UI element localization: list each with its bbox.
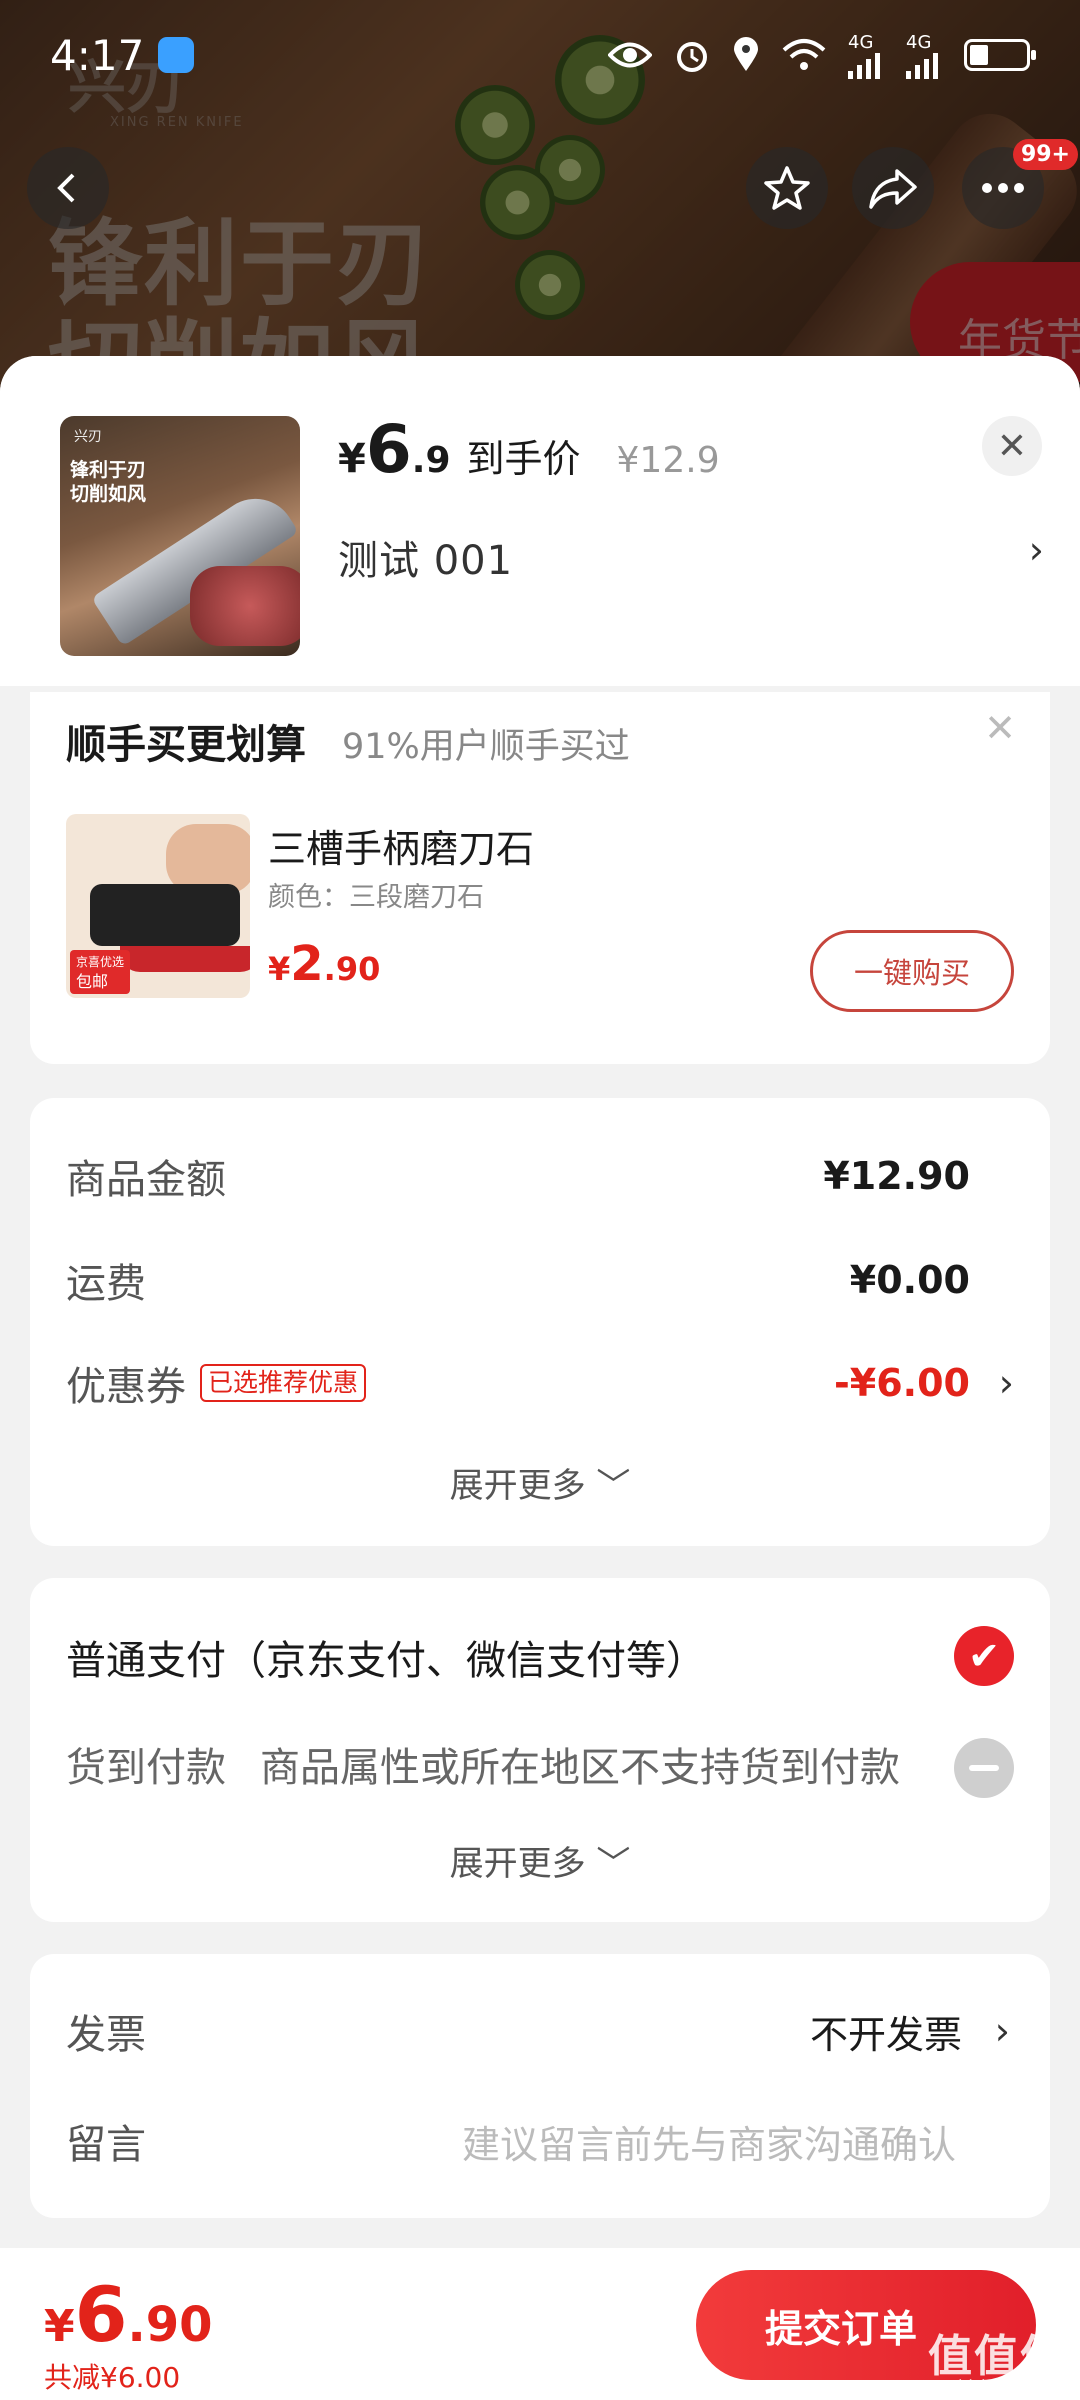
amount-summary-card: 商品金额 ¥12.90 运费 ¥0.00 优惠券 已选推荐优惠 -¥6.00 ›…: [30, 1098, 1050, 1546]
addon-product-color: 颜色：三段磨刀石: [268, 882, 484, 913]
invoice-label: 发票: [66, 2012, 146, 2058]
normal-payment-option[interactable]: 普通支付（京东支付、微信支付等）: [66, 1628, 706, 1686]
battery-icon: [964, 39, 1036, 71]
thumb-headline-line-1: 锋利于刃: [70, 459, 147, 481]
sheet-header: 兴刃 锋利于刃 切削如风 ¥ 6 .9 到手价 ¥12.9 测试 001 › ✕: [0, 356, 1080, 686]
checkout-bar: ¥ 6 .90 共减¥6.00 提交订单: [0, 2248, 1080, 2400]
close-sheet-button[interactable]: ✕: [982, 416, 1042, 476]
product-thumbnail[interactable]: 兴刃 锋利于刃 切削如风: [60, 416, 300, 656]
invoice-value: 不开发票: [809, 2012, 962, 2057]
coupon-recommended-badge: 已选推荐优惠: [200, 1364, 367, 1402]
meat-image: [190, 566, 300, 646]
goods-amount-label: 商品金额: [66, 1157, 226, 1203]
invoice-note-card: 发票 不开发票 › 留言 建议留言前先与商家沟通确认: [30, 1954, 1050, 2218]
more-button[interactable]: 99+: [962, 139, 1078, 229]
addon-price-decimal: .90: [323, 950, 381, 988]
more-dots-icon: [982, 183, 1024, 193]
network-type-2: 4G: [906, 31, 932, 53]
invoice-row[interactable]: 发票 不开发票 ›: [66, 2002, 1014, 2060]
total-saved: 共减¥6.00: [44, 2361, 181, 2394]
addon-price-integer: 2: [290, 936, 324, 992]
goods-amount-row: 商品金额 ¥12.90: [66, 1146, 1014, 1206]
cod-payment-label: 货到付款: [66, 1745, 226, 1791]
coupon-value: -¥6.00: [834, 1361, 970, 1405]
watermark-logo: 值值值: [928, 2331, 1066, 2382]
note-label: 留言: [66, 2122, 146, 2168]
total-price-integer: 6: [74, 2270, 128, 2359]
addon-title: 顺手买更划算: [66, 722, 306, 768]
chevron-right-icon: ›: [994, 2009, 1010, 2053]
addon-recommendation-card: 顺手买更划算 91%用户顺手买过 ✕ 京喜优选 包邮 三槽手柄磨刀石 颜色：三段…: [30, 692, 1050, 1064]
share-icon: [869, 169, 917, 209]
cod-unavailable-note: 商品属性或所在地区不支持货到付款: [260, 1745, 900, 1791]
signal-icon-2: 4G: [906, 32, 942, 79]
note-row: 留言 建议留言前先与商家沟通确认: [66, 2112, 1014, 2170]
addon-product-name: 三槽手柄磨刀石: [268, 827, 535, 871]
share-button[interactable]: [852, 147, 934, 229]
coupon-label: 优惠券: [66, 1364, 186, 1410]
note-input[interactable]: 建议留言前先与商家沟通确认: [462, 2114, 956, 2169]
coupon-row[interactable]: 优惠券 已选推荐优惠 -¥6.00 ›: [66, 1353, 1014, 1413]
wifi-icon: [782, 38, 826, 72]
alarm-icon: [674, 37, 710, 73]
shipping-label: 运费: [66, 1261, 146, 1307]
thumb-headline: 锋利于刃 切削如风: [70, 458, 146, 506]
payment-method-card: 普通支付（京东支付、微信支付等） ✔ 货到付款 商品属性或所在地区不支持货到付款…: [30, 1578, 1050, 1922]
goods-amount-value: ¥12.90: [823, 1154, 970, 1198]
expand-more-payment[interactable]: 展开更多 ﹀: [30, 1836, 1050, 1885]
chevron-left-icon: [57, 173, 75, 203]
expand-more-amount[interactable]: 展开更多 ﹀: [30, 1458, 1050, 1507]
signal-icon-1: 4G: [848, 32, 884, 79]
knife-sharpener-image: [90, 884, 250, 972]
eye-icon: [608, 40, 652, 70]
network-type-1: 4G: [848, 31, 874, 53]
addon-image-label-line-1: 京喜优选: [76, 955, 125, 969]
thumb-headline-line-2: 切削如风: [70, 483, 147, 505]
shipping-value: ¥0.00: [849, 1258, 970, 1302]
price-decimal: .9: [411, 440, 451, 481]
total-price-currency: ¥: [44, 2301, 75, 2352]
disabled-radio-icon: [954, 1738, 1014, 1798]
addon-image-label: 京喜优选 包邮: [70, 950, 131, 994]
price-currency: ¥: [338, 436, 366, 482]
total-price: ¥ 6 .90: [44, 2270, 213, 2359]
order-confirm-sheet: 兴刃 锋利于刃 切削如风 ¥ 6 .9 到手价 ¥12.9 测试 001 › ✕…: [0, 356, 1080, 2400]
close-icon: ✕: [996, 425, 1028, 467]
message-notification-icon: [158, 37, 195, 73]
one-click-buy-button[interactable]: 一键购买: [810, 930, 1014, 1012]
chevron-right-icon[interactable]: ›: [1029, 528, 1044, 572]
watermark-url: zhizhizhi.com: [949, 2376, 1058, 2395]
check-icon[interactable]: ✔: [954, 1626, 1014, 1686]
message-count-badge: 99+: [1012, 139, 1078, 170]
price-integer: 6: [365, 411, 412, 488]
chevron-right-icon: ›: [998, 1361, 1014, 1405]
final-price: ¥ 6 .9 到手价 ¥12.9: [338, 411, 720, 488]
status-time: 4:17: [50, 30, 145, 80]
addon-image-label-line-2: 包邮: [76, 972, 109, 991]
original-price: ¥12.9: [616, 440, 720, 481]
selected-spec[interactable]: 测试 001: [338, 528, 513, 586]
total-price-decimal: .90: [127, 2297, 213, 2353]
addon-price: ¥ 2 .90: [268, 936, 380, 992]
addon-subtitle: 91%用户顺手买过: [342, 727, 630, 767]
location-icon: [732, 37, 760, 73]
shipping-row: 运费 ¥0.00: [66, 1250, 1014, 1310]
favorite-button[interactable]: [746, 147, 828, 229]
star-icon: [764, 166, 810, 210]
addon-price-currency: ¥: [268, 950, 291, 988]
addon-product-image[interactable]: 京喜优选 包邮: [66, 814, 250, 998]
status-bar: 4:17 4G 4G: [0, 0, 1080, 110]
close-icon[interactable]: ✕: [984, 706, 1016, 750]
thumb-brand: 兴刃: [74, 429, 102, 445]
back-button[interactable]: [27, 147, 109, 229]
price-tag-label: 到手价: [466, 437, 581, 481]
